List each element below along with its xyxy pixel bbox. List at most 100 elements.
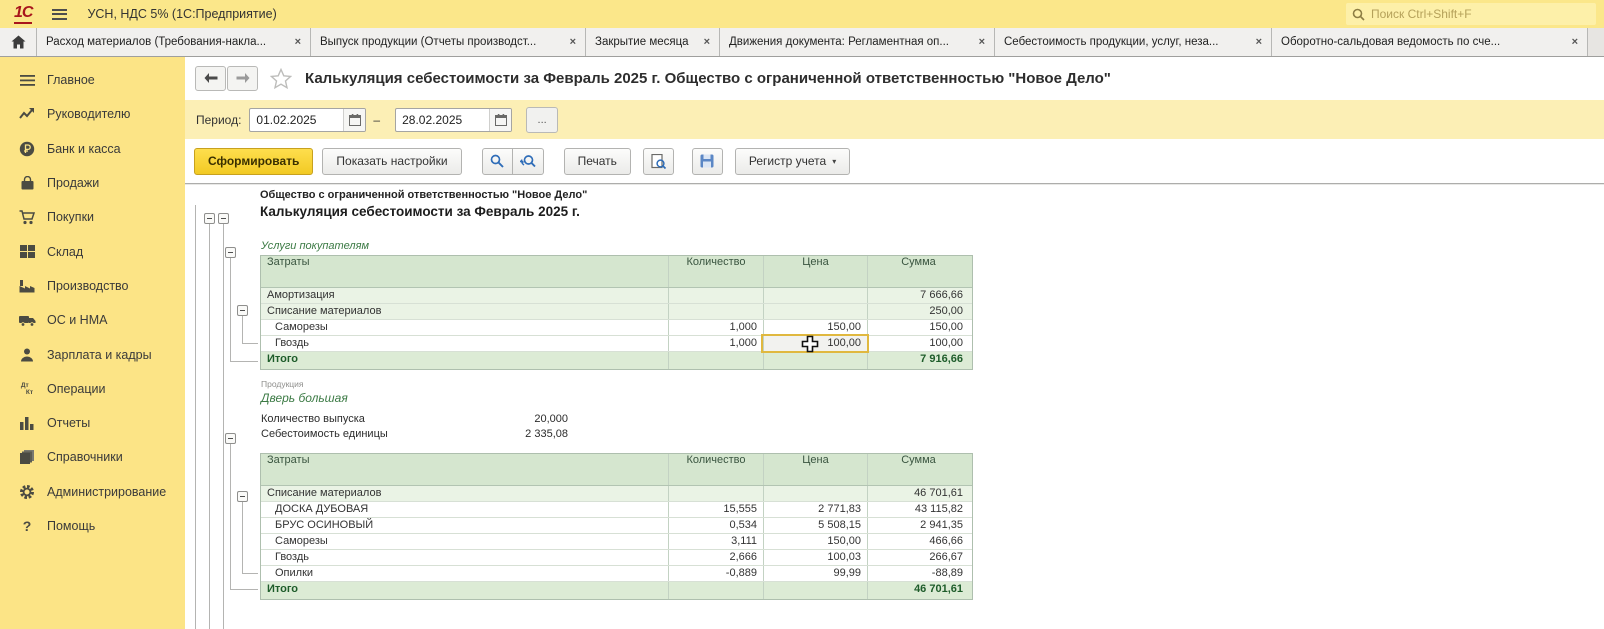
show-settings-button[interactable]: Показать настройки [322,148,461,175]
section-services-label: Услуги покупателям [261,240,369,252]
sidebar-item-pokupki[interactable]: Покупки [0,200,185,234]
table-row[interactable]: Саморезы 1,000 150,00 150,00 [261,320,972,336]
tab-sebestoimost[interactable]: Себестоимость продукции, услуг, неза... … [995,28,1272,56]
floppy-disk-icon [700,154,714,168]
cart-icon [18,208,36,226]
table-row[interactable]: Гвоздь 1,000 100,00 100,00 [261,336,972,352]
close-icon[interactable]: × [704,36,710,48]
table-row[interactable]: Саморезы 3,111 150,00 466,66 [261,534,972,550]
sidebar-item-proizvodstvo[interactable]: Производство [0,269,185,303]
table-row[interactable]: Амортизация 7 666,66 [261,288,972,304]
product-cost-table: Затраты Количество Цена Сумма Списание м… [260,453,973,600]
table-row[interactable]: Гвоздь 2,666 100,03 266,67 [261,550,972,566]
collapse-group-button[interactable] [204,213,215,224]
main-menu-icon[interactable] [52,9,67,20]
sidebar-item-spravochniki[interactable]: Справочники [0,440,185,474]
warehouse-icon [18,243,36,261]
tab-vypusk-produkcii[interactable]: Выпуск продукции (Отчеты производст... × [311,28,586,56]
table-total-row[interactable]: Итого 46 701,61 [261,582,972,599]
dt-kt-icon: ДтКт [18,380,36,398]
person-icon [18,346,36,364]
print-preview-button[interactable] [643,148,674,175]
chevron-down-icon: ▾ [832,157,836,166]
title-bar: 1С УСН, НДС 5% (1С:Предприятие) Поиск Ct… [0,0,1604,28]
group-tree-line [242,343,258,344]
register-menu-button[interactable]: Регистр учета ▾ [735,148,850,175]
table-row[interactable]: БРУС ОСИНОВЫЙ 0,534 5 508,15 2 941,35 [261,518,972,534]
search-icon [1352,8,1365,21]
tab-zakrytie-mesyaca[interactable]: Закрытие месяца × [586,28,720,56]
report-title: Калькуляция себестоимости за Февраль 202… [260,204,580,219]
collapse-group-button[interactable] [218,213,229,224]
calendar-icon[interactable] [489,109,511,131]
table-row[interactable]: Опилки -0,889 99,99 -88,89 [261,566,972,582]
sidebar-item-glavnoe[interactable]: Главное [0,63,185,97]
tab-osv[interactable]: Оборотно-сальдовая ведомость по сче... × [1272,28,1588,56]
group-tree-line [195,205,196,629]
close-icon[interactable]: × [979,36,985,48]
global-search-input[interactable]: Поиск Ctrl+Shift+F [1346,3,1596,25]
collapse-group-button[interactable] [225,247,236,258]
group-tree-line [242,502,243,573]
find-button[interactable] [482,148,513,175]
preview-icon [651,154,666,169]
collapse-group-button[interactable] [237,305,248,316]
save-button[interactable] [692,148,723,175]
sidebar-item-os-i-nma[interactable]: ОС и НМА [0,303,185,337]
period-to-field[interactable] [395,108,512,132]
sidebar: Главное Руководителю Банк и касса Продаж… [0,57,185,629]
truck-icon [18,311,36,329]
group-tree-line [242,573,258,574]
collapse-group-button[interactable] [237,491,248,502]
period-from-field[interactable] [249,108,366,132]
sidebar-item-prodazhi[interactable]: Продажи [0,166,185,200]
col-expense: Затраты [261,454,668,485]
sidebar-item-zarplata-i-kadry[interactable]: Зарплата и кадры [0,337,185,371]
table-row[interactable]: Списание материалов 250,00 [261,304,972,320]
period-from-input[interactable] [250,113,343,127]
sidebar-item-sklad[interactable]: Склад [0,234,185,268]
group-tree-line [230,361,258,362]
table-header-row: Затраты Количество Цена Сумма [261,256,972,288]
sidebar-item-bank-i-kassa[interactable]: Банк и касса [0,132,185,166]
close-icon[interactable]: × [570,36,576,48]
forward-button[interactable] [227,66,258,91]
sidebar-item-rukovoditelyu[interactable]: Руководителю [0,97,185,131]
close-icon[interactable]: × [1572,36,1578,48]
favorite-star-icon[interactable] [270,68,292,89]
close-icon[interactable]: × [1256,36,1262,48]
table-header-row: Затраты Количество Цена Сумма [261,454,972,486]
table-row[interactable]: Списание материалов 46 701,61 [261,486,972,502]
sidebar-item-otchety[interactable]: Отчеты [0,406,185,440]
bar-chart-icon [18,414,36,432]
col-sum: Сумма [867,256,969,287]
find-next-button[interactable] [513,148,544,175]
group-tree-line [230,258,231,361]
sidebar-item-operacii[interactable]: ДтКт Операции [0,372,185,406]
menu-list-icon [18,71,36,89]
col-price: Цена [763,256,867,287]
sidebar-item-pomosch[interactable]: ? Помощь [0,509,185,543]
period-more-button[interactable]: ... [526,107,558,133]
report-org-name: Общество с ограниченной ответственностью… [260,189,587,201]
back-button[interactable] [195,66,226,91]
close-icon[interactable]: × [295,36,301,48]
collapse-group-button[interactable] [225,433,236,444]
home-button[interactable] [0,28,37,56]
bag-icon [18,174,36,192]
table-row[interactable]: ДОСКА ДУБОВАЯ 15,555 2 771,83 43 115,82 [261,502,972,518]
trend-icon [18,105,36,123]
toolbar-divider [185,183,1604,184]
report-body: Общество с ограниченной ответственностью… [185,185,1604,629]
period-to-input[interactable] [396,113,489,127]
print-button[interactable]: Печать [564,148,631,175]
tab-dvizheniya-dokumenta[interactable]: Движения документа: Регламентная оп... × [720,28,995,56]
calendar-icon[interactable] [343,109,365,131]
table-total-row[interactable]: Итого 7 916,66 [261,352,972,369]
sidebar-item-administrirovanie[interactable]: Администрирование [0,475,185,509]
generate-button[interactable]: Сформировать [194,148,313,175]
tab-bar: Расход материалов (Требования-накла... ×… [0,28,1604,57]
ruble-circle-icon [18,140,36,158]
col-expense: Затраты [261,256,668,287]
tab-rashod-materialov[interactable]: Расход материалов (Требования-накла... × [37,28,311,56]
